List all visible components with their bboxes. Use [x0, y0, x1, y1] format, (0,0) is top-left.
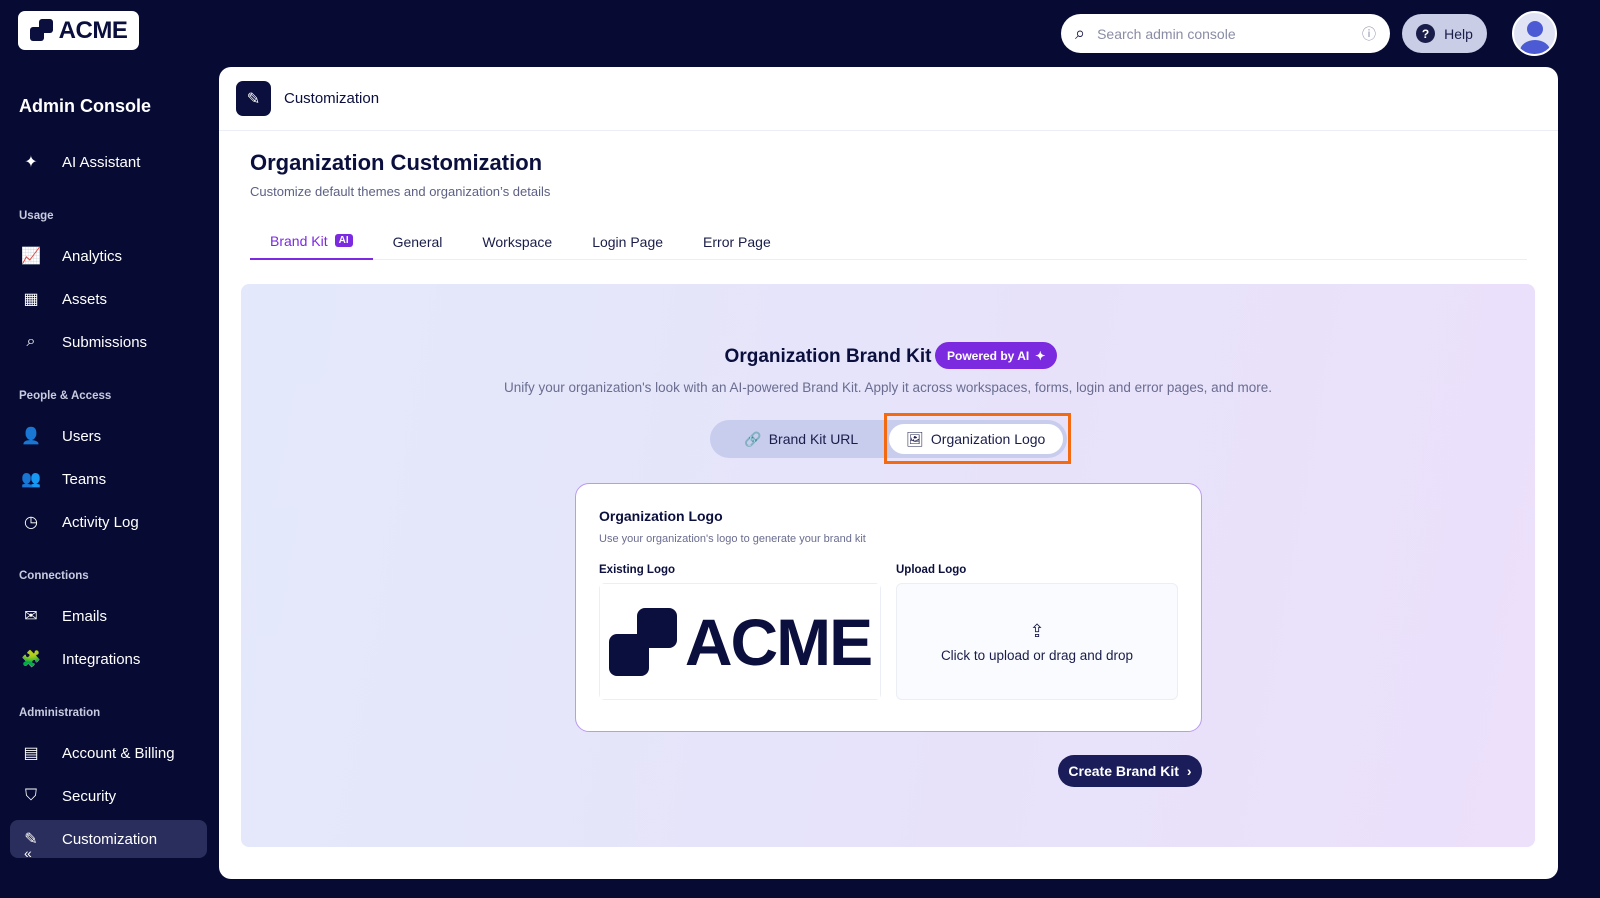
main-panel: ✎ Customization Organization Customizatio…	[219, 67, 1558, 879]
brush-icon: ✎	[236, 81, 271, 116]
shield-icon: ⛉	[24, 787, 37, 804]
tab-error-page[interactable]: Error Page	[683, 223, 791, 260]
question-icon: ?	[1416, 24, 1436, 43]
user-icon: 👤	[21, 428, 41, 445]
sidebar-item-assets[interactable]: ▦ Assets	[10, 280, 207, 318]
grid-icon: ▦	[23, 291, 39, 308]
brand-kit-description: Unify your organization's look with an A…	[504, 380, 1272, 395]
existing-logo: ACME	[599, 583, 881, 700]
brand-kit-panel: Organization Brand Kit Powered by AI ✦ Un…	[241, 284, 1535, 847]
brand-kit-url-option[interactable]: 🔗 Brand Kit URL	[714, 424, 889, 454]
tab-login-page[interactable]: Login Page	[572, 223, 683, 260]
sidebar-item-customization[interactable]: ✎ Customization	[10, 820, 207, 858]
section-connections: Connections	[19, 570, 89, 582]
help-button[interactable]: ? Help	[1402, 14, 1487, 53]
page-title: Organization Customization	[250, 150, 543, 175]
organization-logo-card: Organization Logo Use your organization'…	[575, 483, 1202, 732]
info-icon[interactable]: ⓘ	[1362, 24, 1376, 44]
ai-badge: AI	[334, 234, 353, 247]
team-icon: 👥	[21, 471, 41, 488]
upload-logo-label: Upload Logo	[896, 564, 967, 576]
create-brand-kit-button[interactable]: Create Brand Kit ›	[1058, 755, 1202, 787]
search-input[interactable]: ⌕ Search admin console ⓘ	[1061, 14, 1390, 53]
section-usage: Usage	[19, 210, 54, 222]
section-people: People & Access	[19, 390, 112, 402]
sidebar-item-users[interactable]: 👤 Users	[10, 417, 207, 455]
logo-mark-icon	[608, 607, 677, 676]
search-icon: ⌕	[1075, 23, 1086, 43]
id-card-icon: ▤	[23, 745, 39, 762]
powered-by-ai-badge: Powered by AI ✦	[935, 342, 1058, 369]
avatar[interactable]	[1512, 11, 1557, 56]
sparkle-icon: ✦	[1035, 348, 1046, 363]
sidebar-item-teams[interactable]: 👥 Teams	[10, 460, 207, 498]
page-subtitle: Customize default themes and organizatio…	[250, 184, 551, 199]
chevron-right-icon: ›	[1186, 763, 1192, 779]
sidebar-item-analytics[interactable]: 📈 Analytics	[10, 237, 207, 275]
tab-bar: Brand Kit AI General Workspace Login Page…	[250, 223, 1527, 260]
sidebar-title: Admin Console	[19, 96, 152, 116]
chart-icon: 📈	[21, 248, 41, 265]
upload-dropzone[interactable]: ⇪ Click to upload or drag and drop	[896, 583, 1178, 700]
breadcrumb: ✎ Customization	[219, 67, 1558, 131]
sidebar-item-submissions[interactable]: ⌕ Submissions	[10, 323, 207, 361]
sidebar-item-ai-assistant[interactable]: ✦ AI Assistant	[10, 143, 207, 181]
card-title: Organization Logo	[599, 508, 723, 524]
puzzle-icon: 🧩	[21, 651, 41, 668]
sidebar-item-activity-log[interactable]: ◷ Activity Log	[10, 503, 207, 541]
mail-icon: ✉	[24, 608, 38, 625]
section-administration: Administration	[19, 707, 101, 719]
sidebar-item-integrations[interactable]: 🧩 Integrations	[10, 640, 207, 678]
sidebar-item-account-billing[interactable]: ▤ Account & Billing	[10, 734, 207, 772]
acme-logo[interactable]: ACME	[18, 11, 139, 50]
existing-logo-label: Existing Logo	[599, 564, 676, 576]
sidebar-item-emails[interactable]: ✉ Emails	[10, 597, 207, 635]
tab-brand-kit[interactable]: Brand Kit AI	[250, 223, 373, 260]
history-icon: ◷	[24, 514, 38, 531]
logo-mark-icon	[29, 18, 54, 43]
tab-general[interactable]: General	[373, 223, 463, 260]
sparkle-icon: ✦	[24, 154, 38, 171]
brand-kit-title: Organization Brand Kit	[724, 346, 932, 367]
tab-workspace[interactable]: Workspace	[462, 223, 572, 260]
search-icon: ⌕	[26, 333, 36, 350]
card-description: Use your organization's logo to generate…	[599, 533, 866, 545]
collapse-sidebar-icon[interactable]: «	[24, 845, 32, 861]
sidebar-item-security[interactable]: ⛉ Security	[10, 777, 207, 815]
upload-cloud-icon: ⇪	[1029, 620, 1045, 641]
link-icon: 🔗	[744, 430, 762, 447]
highlight-box	[884, 413, 1071, 464]
